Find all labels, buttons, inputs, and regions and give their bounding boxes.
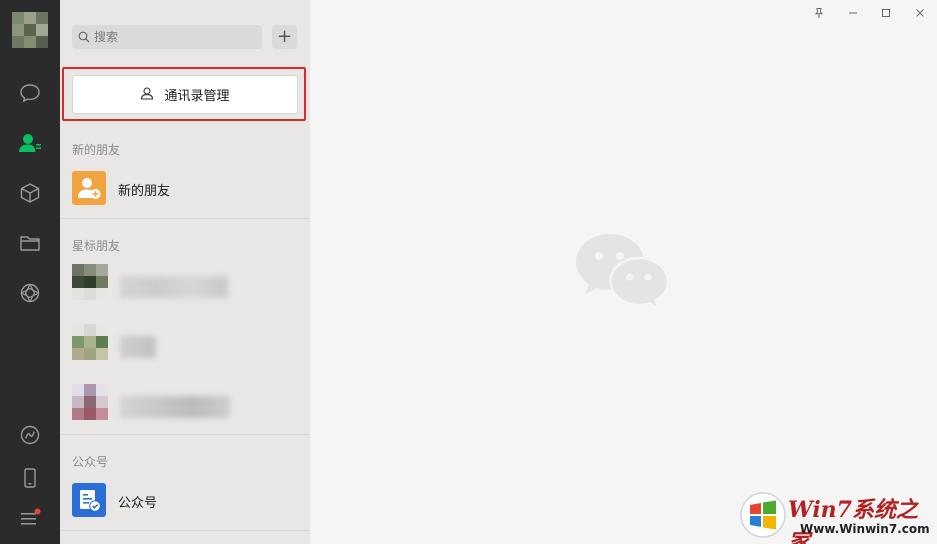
site-watermark: Win7系统之家 Www.Winwin7.com xyxy=(740,488,935,544)
search-input[interactable] xyxy=(94,30,244,44)
watermark-url: Www.Winwin7.com xyxy=(800,522,930,536)
search-icon xyxy=(78,28,90,47)
menu-icon[interactable] xyxy=(15,503,45,533)
contact-avatar xyxy=(72,324,108,360)
minimize-icon[interactable] xyxy=(838,4,868,22)
list-item-starred-friend[interactable] xyxy=(60,384,310,432)
main-area xyxy=(310,0,937,544)
list-item-new-friends[interactable]: 新的朋友 xyxy=(60,165,310,213)
list-item-official-accounts[interactable]: 公众号 xyxy=(60,477,310,525)
divider xyxy=(60,530,310,531)
user-avatar[interactable] xyxy=(12,12,48,48)
official-accounts-label: 公众号 xyxy=(118,496,158,511)
section-header-new-friends: 新的朋友 xyxy=(72,143,121,157)
channels-icon[interactable] xyxy=(15,420,45,450)
official-account-icon xyxy=(72,483,106,517)
phone-icon[interactable] xyxy=(15,463,45,493)
pin-icon[interactable] xyxy=(804,4,834,22)
contact-name-blurred xyxy=(120,396,230,418)
windows-logo-icon xyxy=(740,492,786,542)
maximize-icon[interactable] xyxy=(871,4,901,22)
plus-icon: + xyxy=(276,26,293,47)
section-header-starred: 星标朋友 xyxy=(72,239,121,253)
user-manage-icon xyxy=(140,86,154,104)
list-item-starred-friend[interactable] xyxy=(60,324,310,372)
contacts-panel: + 通讯录管理 新的朋友 新的朋友 星标朋友 xyxy=(60,0,310,544)
section-header-official: 公众号 xyxy=(72,455,109,469)
new-friends-label: 新的朋友 xyxy=(118,184,171,199)
contact-name-blurred xyxy=(120,336,156,358)
moments-icon[interactable] xyxy=(15,278,45,308)
new-friend-icon xyxy=(72,171,106,205)
contact-avatar xyxy=(72,384,108,420)
contacts-manage-button[interactable]: 通讯录管理 xyxy=(72,75,298,114)
search-box[interactable] xyxy=(72,25,262,49)
nav-bar xyxy=(0,0,60,544)
contact-name-blurred xyxy=(120,276,228,298)
contacts-manage-label: 通讯录管理 xyxy=(164,89,230,104)
close-icon[interactable] xyxy=(905,4,935,22)
add-button[interactable]: + xyxy=(272,25,297,49)
wechat-logo-icon xyxy=(575,232,673,314)
favorites-icon[interactable] xyxy=(15,178,45,208)
chat-icon[interactable] xyxy=(15,78,45,108)
contacts-icon[interactable] xyxy=(15,128,45,158)
divider xyxy=(60,218,310,219)
list-item-starred-friend[interactable] xyxy=(60,264,310,312)
contact-avatar xyxy=(72,264,108,300)
divider xyxy=(60,434,310,435)
watermark-title: Win7系统之家 xyxy=(788,497,918,544)
folder-icon[interactable] xyxy=(15,228,45,258)
